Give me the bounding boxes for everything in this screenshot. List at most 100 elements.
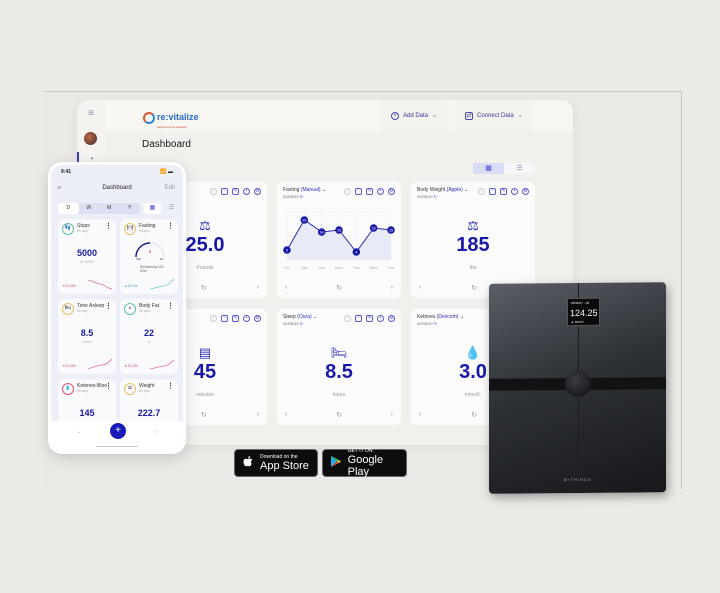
- weight-icon: ⚖: [124, 383, 136, 395]
- chart-icon[interactable]: ▫: [221, 315, 228, 322]
- grid-view-button[interactable]: ▦: [473, 163, 504, 174]
- next-icon[interactable]: ›: [391, 411, 393, 419]
- card-title: Body Weight (Apple) ⌄: [417, 187, 469, 193]
- menu-icon[interactable]: ≡: [85, 108, 97, 120]
- edit-icon[interactable]: ✎: [366, 188, 373, 195]
- apple-icon: [241, 455, 255, 471]
- phone-card-steps[interactable]: 👣 Steps 9h ago ⋮ 5000 of 10000 ▾ 12.3%: [58, 219, 116, 294]
- card-change: ▾ 12.3%: [125, 364, 138, 368]
- gear-icon[interactable]: ⚙: [522, 188, 529, 195]
- play-icon[interactable]: •: [243, 315, 250, 322]
- fasting-chart-card[interactable]: Fasting (Manual) ⌄ 02/05/19 ↻ i ▫ ✎ • ⚙ …: [277, 182, 401, 298]
- connect-data-button[interactable]: ⇄ Connect Data ⌄: [455, 100, 533, 131]
- card-sub: Remaining 10h 32m: [140, 265, 164, 273]
- gear-icon[interactable]: ⚙: [254, 188, 261, 195]
- segment-week[interactable]: W: [79, 203, 100, 214]
- gear-icon[interactable]: ⚙: [388, 315, 395, 322]
- chevron-down-icon[interactable]: ⌄: [460, 314, 464, 320]
- edit-icon[interactable]: ✎: [232, 315, 239, 322]
- gear-icon[interactable]: ⚙: [388, 188, 395, 195]
- add-button[interactable]: +: [110, 423, 126, 439]
- more-icon[interactable]: ⋮: [105, 382, 112, 390]
- scale-brand: WITHINGS: [563, 476, 592, 483]
- segment-day[interactable]: D: [58, 203, 79, 214]
- scale-display-value: 124.25: [570, 307, 598, 319]
- play-icon[interactable]: •: [511, 188, 518, 195]
- more-icon[interactable]: ⋮: [167, 222, 174, 230]
- play-icon[interactable]: •: [243, 188, 250, 195]
- next-icon[interactable]: ›: [257, 411, 259, 419]
- gear-icon[interactable]: ⚙: [254, 315, 261, 322]
- prev-icon[interactable]: ‹: [285, 411, 287, 419]
- chevron-down-icon: ⌄: [432, 113, 438, 119]
- drop-icon: 💧: [62, 383, 74, 395]
- refresh-icon[interactable]: ↻: [471, 411, 477, 419]
- edit-icon[interactable]: ✎: [366, 315, 373, 322]
- prev-icon[interactable]: ‹: [285, 284, 287, 292]
- card-title: Ketones (Dexcom) ⌄: [417, 314, 465, 320]
- body-weight-card[interactable]: Body Weight (Apple) ⌄ 02/05/19 ↻ i ▫ ✎ •…: [411, 182, 535, 298]
- sleep-card[interactable]: Sleep (Oura) ⌄ 02/05/19 ↻ i ▫ ✎ • ⚙ 🛏 8.…: [277, 309, 401, 425]
- list-view-button[interactable]: ☰: [504, 163, 535, 174]
- body-fat-icon: ◒: [124, 303, 136, 315]
- mobile-phone: 9:41 📶 ▬ ≡ Dashboard Edit D W M Y ▦ ☰ 👣 …: [48, 162, 186, 454]
- segment-month[interactable]: M: [99, 203, 120, 214]
- phone-card-time-asleep[interactable]: 🛏 Time Asleep 5h ago ⋮ 8.5 Hours ▾ 12.3%: [58, 299, 116, 374]
- card-value: 145: [79, 408, 95, 418]
- chevron-down-icon[interactable]: ⌄: [464, 187, 468, 193]
- info-icon[interactable]: i: [478, 188, 485, 195]
- phone-card-fasting[interactable]: 🍽 Fasting 9h ago ⋮ ıı 15h 0s Remaining 1…: [120, 219, 178, 294]
- chart-icon[interactable]: ▫: [355, 315, 362, 322]
- info-icon[interactable]: i: [210, 315, 217, 322]
- sparkline: [150, 278, 174, 290]
- insights-tab-icon[interactable]: ♡: [153, 429, 159, 437]
- prev-icon[interactable]: ‹: [419, 411, 421, 419]
- sparkline: [88, 358, 112, 370]
- app-store-badge[interactable]: Download on the App Store: [234, 449, 318, 477]
- phone-card-body-fat[interactable]: ◒ Body Fat 5h ago ⋮ 22 % ▾ 12.3%: [120, 299, 178, 374]
- more-icon[interactable]: ⋮: [105, 302, 112, 310]
- prev-icon[interactable]: ‹: [419, 284, 421, 292]
- more-icon[interactable]: ⋮: [167, 382, 174, 390]
- next-icon[interactable]: ›: [257, 284, 259, 292]
- play-icon[interactable]: •: [377, 315, 384, 322]
- dashboard-tab-icon[interactable]: ◔: [76, 430, 80, 437]
- card-source: (Dexcom): [436, 314, 459, 320]
- refresh-icon[interactable]: ↻: [336, 411, 342, 419]
- card-actions: i ▫ ✎ • ⚙: [344, 188, 395, 195]
- info-icon[interactable]: i: [210, 188, 217, 195]
- more-icon[interactable]: ⋮: [167, 302, 174, 310]
- card-ago: 5h ago: [77, 309, 88, 313]
- refresh-icon[interactable]: ↻: [471, 284, 477, 292]
- x-tick-label: Wed: [370, 265, 378, 270]
- edit-icon[interactable]: ✎: [500, 188, 507, 195]
- add-data-button[interactable]: + Add Data ⌄: [381, 100, 448, 131]
- avatar[interactable]: [84, 132, 97, 145]
- info-icon[interactable]: i: [344, 188, 351, 195]
- chevron-down-icon[interactable]: ⌄: [322, 187, 326, 193]
- card-ago: 5h ago: [139, 309, 150, 313]
- chart-icon[interactable]: ▫: [355, 188, 362, 195]
- refresh-icon[interactable]: ↻: [201, 284, 207, 292]
- refresh-icon[interactable]: ↻: [201, 411, 207, 419]
- chart-icon[interactable]: ▫: [489, 188, 496, 195]
- chevron-down-icon[interactable]: ⌄: [313, 314, 317, 320]
- chart-icon[interactable]: ▫: [221, 188, 228, 195]
- bed-icon: 🛏: [330, 345, 348, 360]
- phone-tab-bar: ◔ + ♡: [51, 421, 183, 451]
- more-icon[interactable]: ⋮: [105, 222, 112, 230]
- edit-icon[interactable]: ✎: [232, 188, 239, 195]
- scale-display-footer: ▲ NAUIY: [571, 319, 584, 325]
- edit-button[interactable]: Edit: [165, 185, 175, 191]
- next-icon[interactable]: ›: [391, 284, 393, 292]
- play-icon[interactable]: •: [377, 188, 384, 195]
- info-icon[interactable]: i: [344, 315, 351, 322]
- segment-year[interactable]: Y: [120, 203, 141, 214]
- refresh-icon[interactable]: ↻: [336, 284, 342, 292]
- connect-icon: ⇄: [465, 111, 473, 120]
- logo[interactable]: re:vitalize weight loss & wellness: [143, 107, 199, 129]
- list-view-button[interactable]: ☰: [163, 203, 180, 214]
- google-play-badge[interactable]: GET IT ON Google Play: [322, 448, 407, 478]
- page-title: Dashboard: [142, 139, 191, 150]
- grid-view-button[interactable]: ▦: [144, 203, 161, 214]
